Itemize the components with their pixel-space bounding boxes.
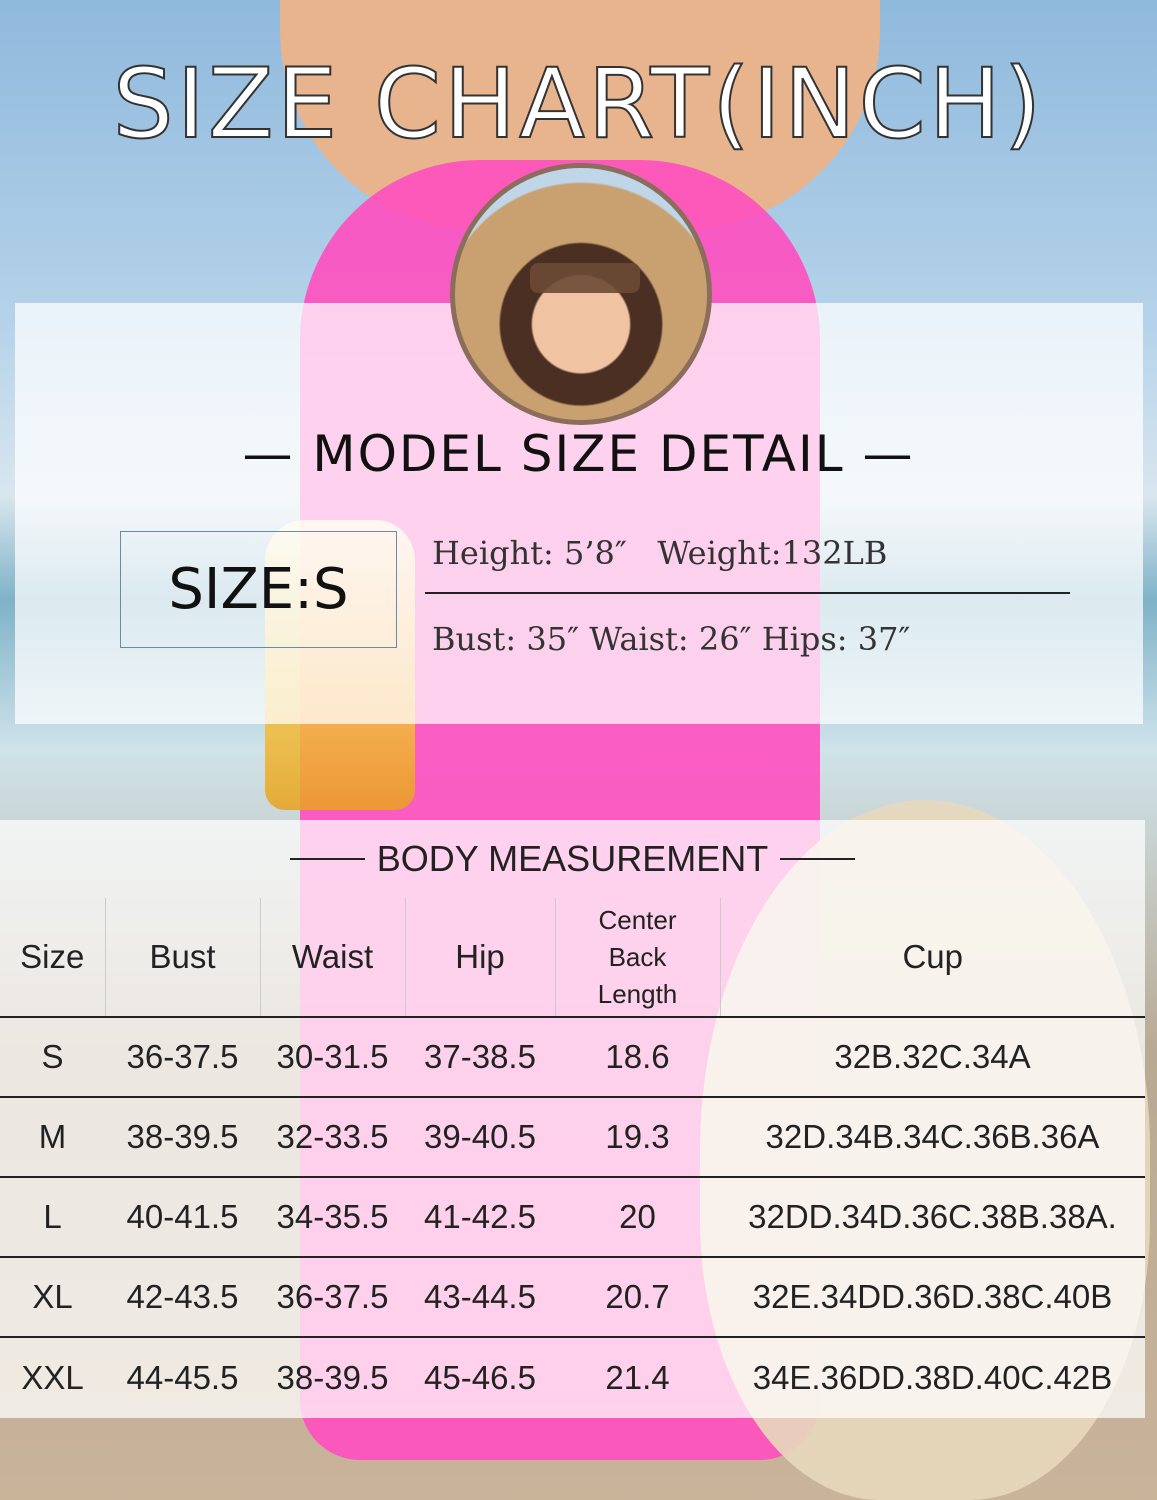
dash-right <box>780 858 856 860</box>
table-cell: 39-40.5 <box>405 1097 555 1178</box>
table-cell: 36-37.5 <box>260 1257 405 1338</box>
column-header: Hip <box>404 898 555 1018</box>
divider <box>425 592 1070 594</box>
table-cell: 32E.34DD.36D.38C.40B <box>720 1257 1145 1338</box>
size-table: Size Bust Waist Hip Center Back Length Cup S3… <box>0 898 1145 1417</box>
table-cell: 38-39.5 <box>105 1097 260 1178</box>
model-measurements: Bust: 35″ Waist: 26″ Hips: 37″ <box>432 620 911 658</box>
table-row: XXL 44-45.5 38-39.5 45-46.5 21.4 34E.36DD.38D… <box>0 1337 1145 1417</box>
sunglasses-graphic <box>530 263 640 293</box>
table-cell: 20 <box>555 1177 720 1258</box>
table-title-text: BODY MEASUREMENT <box>376 838 769 879</box>
table-cell: 38-39.5 <box>276 1358 389 1396</box>
table-title: BODY MEASUREMENT <box>0 820 1145 898</box>
column-header: Waist <box>259 898 405 1018</box>
table-cell: 32D.34B.34C.36B.36A <box>720 1097 1145 1178</box>
table-header-row: Size Bust Waist Hip Center Back Length Cup <box>0 898 1145 1018</box>
table-cell: 20.7 <box>555 1257 720 1338</box>
table-cell: 34-35.5 <box>260 1177 405 1258</box>
dash-left <box>289 858 365 860</box>
model-height-weight: Height: 5’8″ Weight:132LB <box>432 534 888 572</box>
table-cell: M <box>0 1097 105 1178</box>
table-cell: 19.3 <box>555 1097 720 1178</box>
table-cell: XXL <box>21 1358 84 1396</box>
table-row: S 36-37.5 30-31.5 37-38.5 18.6 32B.32C.34A <box>0 1017 1145 1098</box>
table-cell: 32DD.34D.36C.38B.38A. <box>720 1177 1145 1258</box>
table-cell: XL <box>0 1257 105 1338</box>
column-header: Bust <box>104 898 260 1018</box>
column-header: Center Back Length <box>554 898 720 1018</box>
table-cell: 18.6 <box>555 1017 720 1098</box>
table-cell: 40-41.5 <box>105 1177 260 1258</box>
model-size-badge: SIZE:S <box>120 531 397 648</box>
table-cell: 21.4 <box>605 1358 670 1396</box>
table-row: XL 42-43.5 36-37.5 43-44.5 20.7 32E.34DD.36D.… <box>0 1257 1145 1338</box>
column-header: Cup <box>719 898 1145 1018</box>
table-cell: 41-42.5 <box>405 1177 555 1258</box>
column-header: Size <box>0 898 105 1018</box>
table-cell: 36-37.5 <box>105 1017 260 1098</box>
table-cell: 32-33.5 <box>260 1097 405 1178</box>
table-cell: 44-45.5 <box>126 1358 239 1396</box>
page-title: SIZE CHART(INCH) <box>112 47 1045 161</box>
table-cell: S <box>0 1017 105 1098</box>
table-row: L 40-41.5 34-35.5 41-42.5 20 32DD.34D.36C.38B… <box>0 1177 1145 1258</box>
table-cell: 42-43.5 <box>105 1257 260 1338</box>
model-size-heading: — MODEL SIZE DETAIL — <box>242 425 915 483</box>
table-row: M 38-39.5 32-33.5 39-40.5 19.3 32D.34B.34C.36… <box>0 1097 1145 1178</box>
table-cell: 37-38.5 <box>405 1017 555 1098</box>
table-cell: 34E.36DD.38D.40C.42B <box>752 1358 1113 1396</box>
table-cell: 43-44.5 <box>405 1257 555 1338</box>
model-avatar <box>450 163 712 425</box>
table-cell: 45-46.5 <box>424 1358 536 1396</box>
table-cell: L <box>0 1177 105 1258</box>
table-cell: 32B.32C.34A <box>720 1017 1145 1098</box>
table-cell: 30-31.5 <box>260 1017 405 1098</box>
